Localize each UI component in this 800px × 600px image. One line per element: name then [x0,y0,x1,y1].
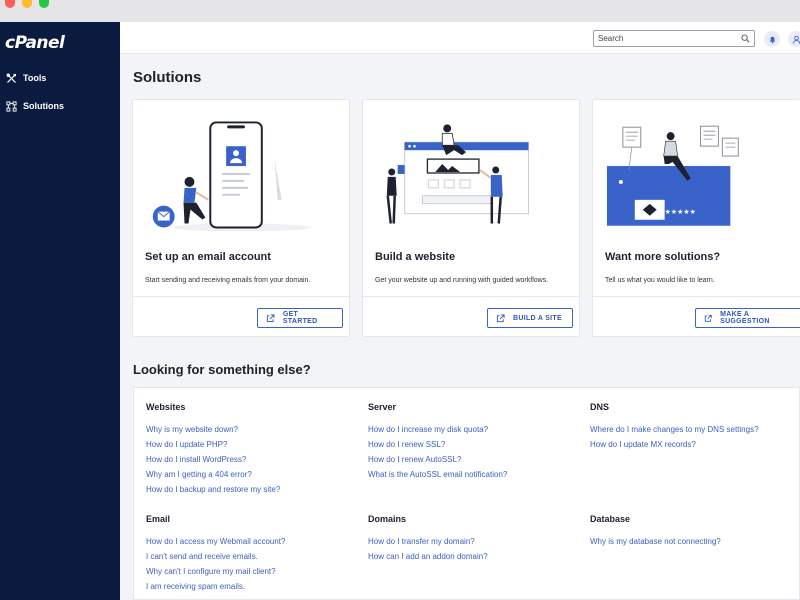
help-link[interactable]: What is the AutoSSL email notification? [368,470,507,485]
window-zoom-button[interactable] [39,0,49,8]
card-description: Start sending and receiving emails from … [145,277,311,284]
button-label: MAKE A SUGGESTION [720,311,770,325]
notifications-button[interactable] [764,31,780,47]
card-description: Tell us what you would like to learn. [605,277,715,284]
help-group-title: Websites [146,402,186,412]
help-panel: Websites Why is my website down? How do … [133,387,800,600]
help-group-title: DNS [590,402,610,412]
sidebar-item-solutions[interactable]: Solutions [6,96,64,116]
help-link[interactable]: How can I add an addon domain? [368,552,488,567]
help-link[interactable]: How do I increase my disk quota? [368,425,507,440]
help-group-websites: Websites Why is my website down? How do … [146,402,280,500]
user-menu-button[interactable] [788,31,800,47]
help-group-title: Server [368,402,397,412]
card-divider [363,296,579,297]
help-group-title: Email [146,514,171,524]
help-group-title: Domains [368,514,407,524]
external-link-icon [496,313,505,322]
get-started-button[interactable]: GET STARTED [257,308,343,328]
search-box [593,30,755,47]
help-group-email: Email How do I access my Webmail account… [146,514,285,597]
window-minimize-button[interactable] [22,0,32,8]
button-label: GET STARTED [282,311,318,325]
solution-card-suggestion: ★★★★★ Want more solutions? Tell us what … [592,99,800,337]
help-section-title: Looking for something else? [133,362,311,377]
user-icon [792,35,800,44]
card-title: Set up an email account [145,251,271,263]
svg-text:★★★★★: ★★★★★ [665,208,696,216]
sidebar-item-label: Tools [23,73,47,83]
solutions-icon [6,100,17,112]
help-link[interactable]: Why is my database not connecting? [590,537,721,552]
external-link-icon [704,314,712,322]
cpanel-window: cPanel Tools Solutions Search Solutions … [0,0,800,600]
button-label: BUILD A SITE [513,314,562,322]
help-link[interactable]: How do I update PHP? [146,440,280,455]
cpanel-logo[interactable]: cPanel [5,33,65,53]
window-close-button[interactable] [5,0,15,8]
help-link[interactable]: How do I install WordPress? [146,455,280,470]
card-description: Get your website up and running with gui… [375,277,549,284]
tools-icon [6,73,16,83]
help-link[interactable]: Where do I make changes to my DNS settin… [590,425,759,440]
card-title: Build a website [375,251,456,263]
make-a-suggestion-button[interactable]: MAKE A SUGGESTION [695,308,800,328]
top-bar [120,22,800,54]
build-a-site-button[interactable]: BUILD A SITE [487,308,573,328]
help-link[interactable]: I can't send and receive emails. [146,552,285,567]
help-link[interactable]: Why can't I configure my mail client? [146,567,285,582]
external-link-icon [266,314,275,322]
help-group-database: Database Why is my database not connecti… [590,514,721,552]
solution-card-email: Set up an email account Start sending an… [132,99,350,337]
help-link[interactable]: I am receiving spam emails. [146,582,285,597]
help-group-server: Server How do I increase my disk quota? … [368,402,507,485]
search-input[interactable] [598,32,738,45]
sidebar-item-tools[interactable]: Tools [6,68,46,88]
help-link[interactable]: Why am I getting a 404 error? [146,470,280,485]
page-title: Solutions [133,69,202,86]
sidebar-item-label: Solutions [23,101,64,111]
search-icon[interactable] [741,34,750,43]
bell-icon [769,36,775,43]
help-group-title: Database [590,514,631,524]
sidebar: cPanel Tools Solutions [0,22,120,600]
website-illustration [386,124,529,224]
card-title: Want more solutions? [605,251,721,263]
help-link[interactable]: How do I transfer my domain? [368,537,488,552]
help-link[interactable]: How do I renew SSL? [368,440,507,455]
card-divider [593,296,800,297]
help-group-domains: Domains How do I transfer my domain? How… [368,514,488,567]
email-illustration [152,121,312,232]
card-divider [133,296,349,297]
suggestion-illustration: ★★★★★ [606,125,739,226]
help-link[interactable]: How do I access my Webmail account? [146,537,285,552]
help-link[interactable]: How do I backup and restore my site? [146,485,280,500]
help-link[interactable]: How do I renew AutoSSL? [368,455,507,470]
help-link[interactable]: Why is my website down? [146,425,280,440]
window-titlebar [0,0,800,22]
help-group-dns: DNS Where do I make changes to my DNS se… [590,402,759,455]
solution-card-website: Build a website Get your website up and … [362,99,580,337]
help-link[interactable]: How do I update MX records? [590,440,759,455]
